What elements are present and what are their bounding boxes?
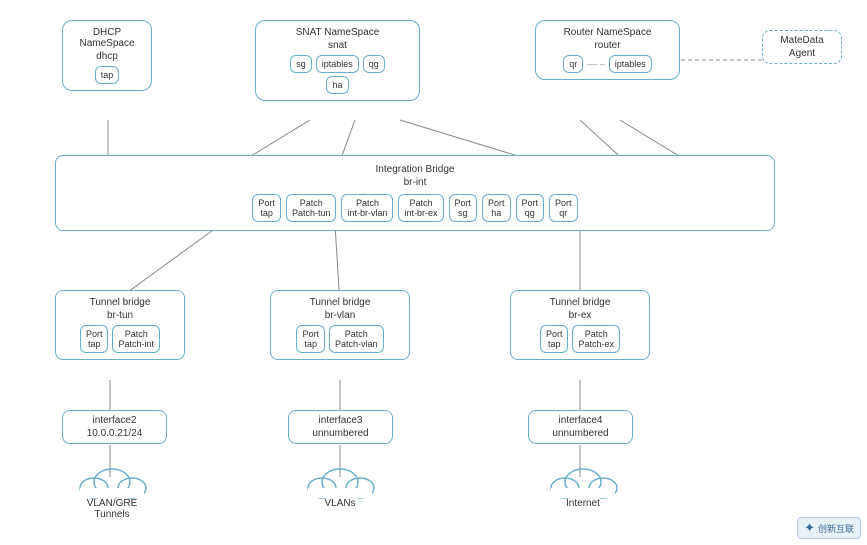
- router-namespace-label: Router NameSpace: [544, 27, 671, 38]
- interface4-box: interface4 unnumbered: [528, 410, 633, 444]
- tunnel-bridge-ex: Tunnel bridge br-ex Porttap PatchPatch-e…: [510, 290, 650, 360]
- tunnel-bridge-vlan: Tunnel bridge br-vlan Porttap PatchPatch…: [270, 290, 410, 360]
- int-port-sg: Portsg: [449, 194, 478, 222]
- ex-bridge-sublabel: br-ex: [519, 310, 641, 321]
- cloud-internet: Internet: [528, 462, 638, 509]
- router-iptables: iptables: [609, 55, 652, 73]
- network-diagram: DHCP NameSpace dhcp tap SNAT NameSpace s…: [0, 0, 867, 545]
- interface3-label: interface3: [295, 415, 386, 426]
- int-port-ha: Portha: [482, 194, 511, 222]
- metadata-label: MateData: [769, 35, 835, 46]
- snat-iptables: iptables: [316, 55, 359, 73]
- tunnel-bridge-tun: Tunnel bridge br-tun Porttap PatchPatch-…: [55, 290, 185, 360]
- integration-bridge: Integration Bridge br-int Porttap PatchP…: [55, 155, 775, 231]
- tun-patch-int: PatchPatch-int: [112, 325, 160, 353]
- vlan-bridge-label: Tunnel bridge: [279, 297, 401, 308]
- watermark-text: 创新互联: [818, 522, 854, 535]
- tun-bridge-label: Tunnel bridge: [64, 297, 176, 308]
- int-port-qg: Portqg: [516, 194, 545, 222]
- cloud-vlans: VLANs: [290, 462, 390, 509]
- tun-bridge-sublabel: br-tun: [64, 310, 176, 321]
- interface2-box: interface2 10.0.0.21/24: [62, 410, 167, 444]
- int-bridge-label: Integration Bridge: [66, 164, 764, 175]
- int-patch-ex: Patchint-br-ex: [398, 194, 443, 222]
- metadata-agent: MateData Agent: [762, 30, 842, 64]
- interface4-sublabel: unnumbered: [535, 428, 626, 439]
- dhcp-tap-port: tap: [95, 66, 120, 84]
- interface3-box: interface3 unnumbered: [288, 410, 393, 444]
- vlan-patch-vlan: PatchPatch-vlan: [329, 325, 384, 353]
- cloud-vlan-gre: VLAN/GRETunnels: [52, 462, 172, 520]
- int-bridge-sublabel: br-int: [66, 177, 764, 188]
- cloud-vlan-gre-label: VLAN/GRETunnels: [52, 498, 172, 520]
- snat-namespace-label: SNAT NameSpace: [264, 27, 411, 38]
- watermark-icon: ✦: [804, 520, 815, 536]
- dhcp-namespace-sublabel: dhcp: [71, 51, 143, 62]
- int-port-qr: Portqr: [549, 194, 578, 222]
- int-patch-vlan: Patchint-br-vlan: [341, 194, 393, 222]
- int-port-tap: Porttap: [252, 194, 281, 222]
- watermark: ✦ 创新互联: [797, 517, 861, 539]
- vlan-bridge-sublabel: br-vlan: [279, 310, 401, 321]
- dhcp-namespace: DHCP NameSpace dhcp tap: [62, 20, 152, 91]
- int-patch-tun: PatchPatch-tun: [286, 194, 337, 222]
- cloud-internet-label: Internet: [528, 498, 638, 509]
- snat-qg: qg: [363, 55, 385, 73]
- router-namespace-sublabel: router: [544, 40, 671, 51]
- router-qr: qr: [563, 55, 583, 73]
- interface2-label: interface2: [69, 415, 160, 426]
- interface3-sublabel: unnumbered: [295, 428, 386, 439]
- snat-namespace-sublabel: snat: [264, 40, 411, 51]
- snat-ha: ha: [326, 76, 348, 94]
- interface4-label: interface4: [535, 415, 626, 426]
- metadata-sublabel: Agent: [769, 48, 835, 59]
- dhcp-namespace-label: DHCP NameSpace: [71, 27, 143, 49]
- interface2-sublabel: 10.0.0.21/24: [69, 428, 160, 439]
- ex-bridge-label: Tunnel bridge: [519, 297, 641, 308]
- snat-sg: sg: [290, 55, 312, 73]
- snat-namespace: SNAT NameSpace snat sg iptables qg ha: [255, 20, 420, 101]
- ex-port-tap: Porttap: [540, 325, 569, 353]
- cloud-vlans-label: VLANs: [290, 498, 390, 509]
- vlan-port-tap: Porttap: [296, 325, 325, 353]
- router-namespace: Router NameSpace router qr –– – iptables: [535, 20, 680, 80]
- tun-port-tap: Porttap: [80, 325, 109, 353]
- ex-patch-ex: PatchPatch-ex: [572, 325, 620, 353]
